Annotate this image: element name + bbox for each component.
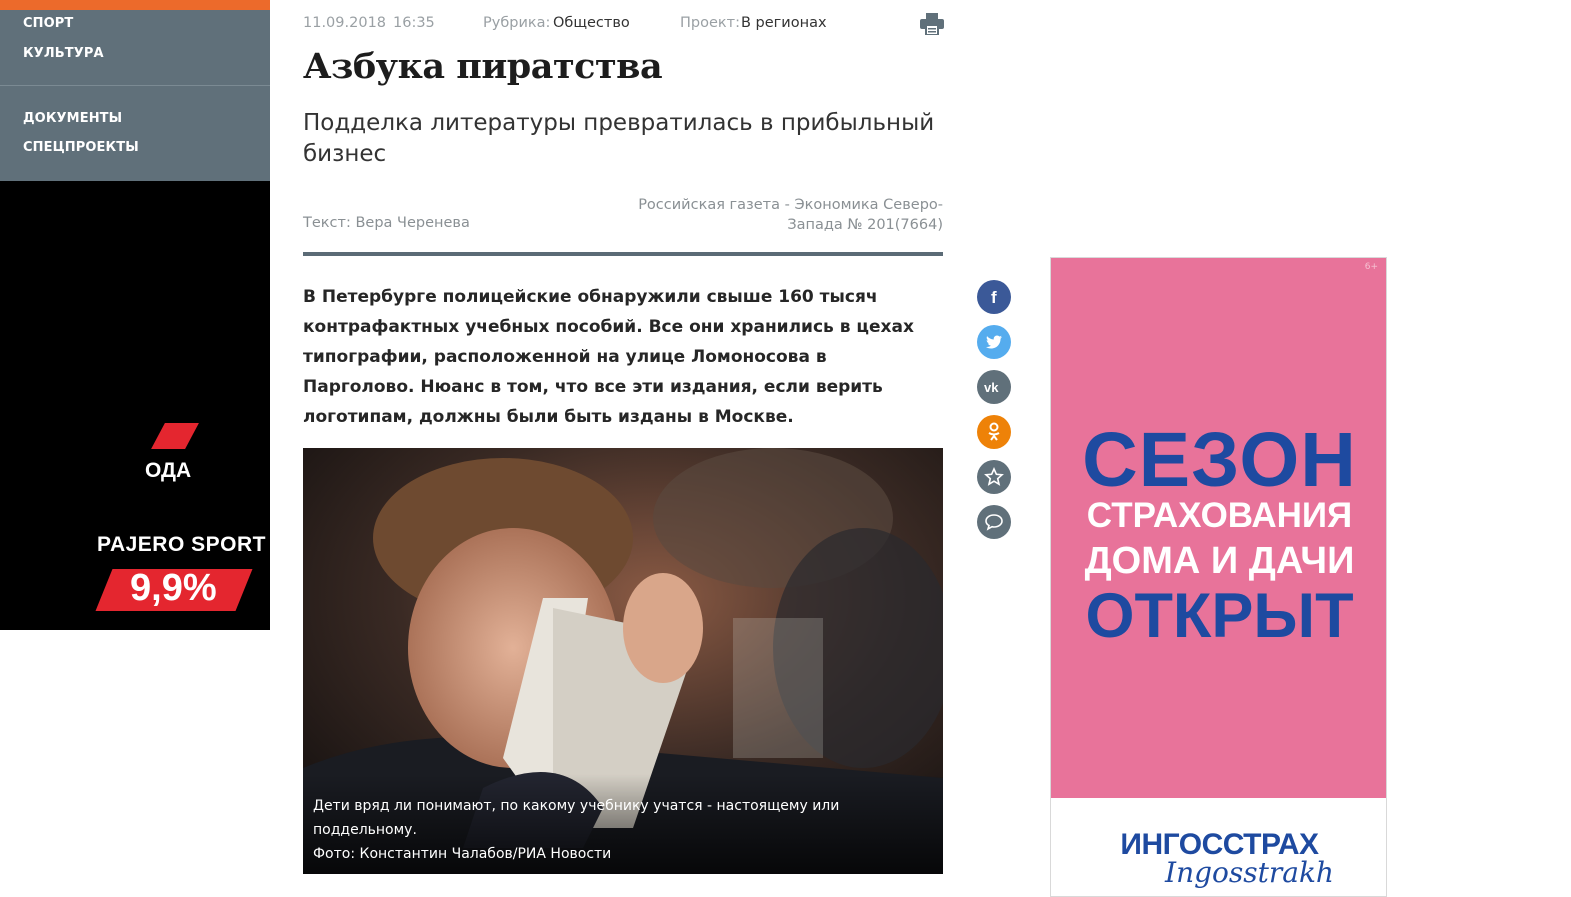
photo-credit: Фото: Константин Чалабов/РИА Новости [313,846,612,862]
article-subtitle: Подделка литературы превратилась в прибы… [303,110,935,167]
ad-word-home: ДОМА И ДАЧИ [1084,540,1355,582]
photo-caption: Дети вряд ли понимают, по какому учебник… [303,786,943,874]
sidebar-nav: СПОРТ КУЛЬТУРА ДОКУМЕНТЫ СПЕЦПРОЕКТЫ [0,0,270,181]
sidebar-item-sport[interactable]: СПОРТ [23,16,73,31]
share-twitter-button[interactable] [977,325,1011,359]
article-source[interactable]: Российская газета - Экономика Северо- За… [600,195,943,235]
article-author: Текст: Вера Черенева [303,215,470,231]
header-divider [303,252,943,256]
sidebar-item-special-projects[interactable]: СПЕЦПРОЕКТЫ [23,140,139,155]
facebook-icon: f [991,288,997,306]
sidebar-accent-bar [0,0,270,10]
twitter-icon [986,335,1002,349]
ad-word-insurance: СТРАХОВАНИЯ [1086,496,1353,535]
ad-rate: 9,9% [130,567,217,609]
share-facebook-button[interactable]: f [977,280,1011,314]
ad-word-season: СЕЗОН [1082,417,1357,503]
left-banner-ad[interactable]: ОДА PAJERO SPORT 9,9% [0,181,270,630]
article-photo[interactable]: Дети вряд ли понимают, по какому учебник… [303,448,943,874]
print-icon[interactable] [920,13,944,36]
vk-icon: vk [984,381,999,393]
article-date: 11.09.2018 [303,15,387,31]
source-line-2: Запада № 201(7664) [787,217,943,233]
sidebar-item-culture[interactable]: КУЛЬТУРА [23,46,104,61]
right-banner-ad[interactable]: 6+ СЕЗОН СТРАХОВАНИЯ ДОМА И ДАЧИ ОТКРЫТ … [1050,257,1387,897]
favorite-button[interactable] [977,460,1011,494]
article-title: Азбука пиратства [303,46,663,87]
star-icon [984,467,1004,486]
source-line-1: Российская газета - Экономика Северо- [638,197,943,213]
sidebar-item-documents[interactable]: ДОКУМЕНТЫ [23,111,122,126]
brand-script: Ingosstrakh [1165,856,1334,889]
photo-caption-text: Дети вряд ли понимают, по какому учебник… [313,798,840,838]
ad-word-open: ОТКРЫТ [1085,581,1354,651]
svg-text:f: f [991,288,997,306]
ad-age-rating: 6+ [1364,262,1378,272]
share-vk-button[interactable]: vk [977,370,1011,404]
ad-red-stripe [151,423,199,449]
comments-button[interactable] [977,505,1011,539]
sidebar-divider [0,85,270,86]
comment-icon [985,514,1003,531]
article-time: 16:35 [393,15,435,31]
ad-text-line: ОДА [145,459,192,482]
ingosstrakh-logo: ИНГОССТРАХ Ingosstrakh [1051,828,1386,889]
rubric-link[interactable]: Общество [553,15,630,31]
svg-text:vk: vk [984,381,999,393]
article-lead: В Петербурге полицейские обнаружили свыш… [303,287,914,427]
article-meta: 11.09.2018 16:35 Рубрика: Общество Проек… [303,15,943,35]
ad-car-model: PAJERO SPORT [97,533,266,556]
project-label: Проект: [680,15,740,31]
rubric-label: Рубрика: [483,15,551,31]
project-link[interactable]: В регионах [741,15,827,31]
share-odnoklassniki-button[interactable] [977,415,1011,449]
odnoklassniki-icon [988,422,1000,441]
